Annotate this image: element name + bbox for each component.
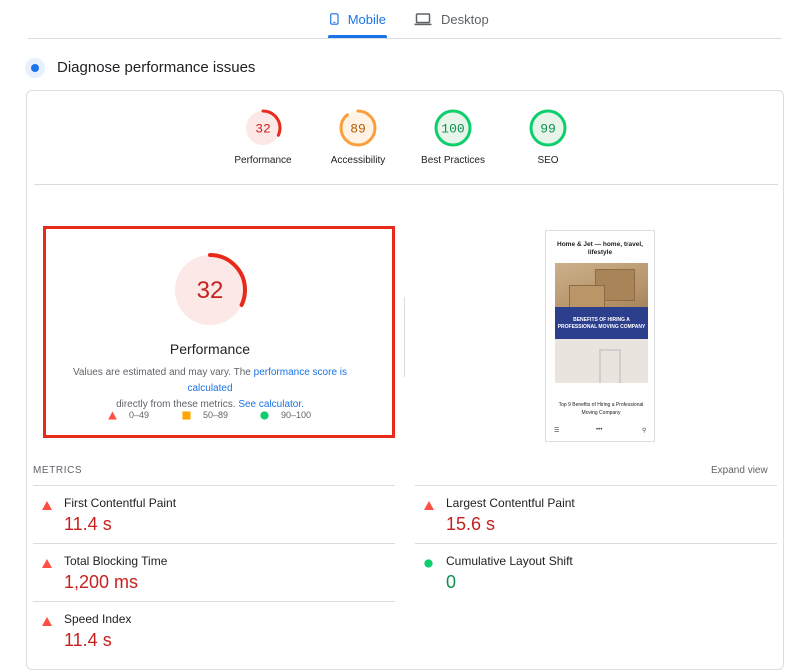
gauge-score: 100 xyxy=(441,122,464,137)
gauge-score: 32 xyxy=(255,122,271,137)
fail-triangle-icon xyxy=(424,501,434,510)
gauge-label: Accessibility xyxy=(330,155,386,166)
gauge-ring: 32 xyxy=(244,109,282,147)
metric-first-contentful-paint[interactable]: First Contentful Paint 11.4 s xyxy=(42,496,382,552)
desc-text: directly from these metrics. xyxy=(116,399,239,410)
gauge-performance[interactable]: 32 Performance xyxy=(215,108,311,166)
tab-mobile[interactable]: Mobile xyxy=(330,0,386,38)
square-icon xyxy=(182,410,191,420)
gauge-ring: 89 xyxy=(339,109,377,147)
menu-icon: ☰ xyxy=(554,428,560,434)
metric-largest-contentful-paint[interactable]: Largest Contentful Paint 15.6 s xyxy=(424,496,764,552)
metrics-divider xyxy=(33,485,395,486)
preview-caption: Top 9 Benefits of Hiring a Professional … xyxy=(558,402,644,416)
search-icon: ⚲ xyxy=(642,428,647,434)
section-title: Diagnose performance issues xyxy=(57,59,256,76)
panel-divider xyxy=(404,297,405,377)
gauge-label: SEO xyxy=(537,155,559,166)
triangle-icon xyxy=(108,410,117,420)
metrics-divider xyxy=(415,485,777,486)
fail-triangle-icon xyxy=(42,559,52,568)
performance-title: Performance xyxy=(169,341,251,357)
metrics-heading: METRICS xyxy=(33,465,83,476)
gauge-label: Performance xyxy=(234,155,292,166)
preview-banner: BENEFITS OF HIRING A PROFESSIONAL MOVING… xyxy=(555,311,648,339)
performance-gauge-large: 32 xyxy=(173,253,247,327)
ladder-shape xyxy=(599,349,621,383)
legend-range: 0–49 xyxy=(129,410,150,420)
metric-total-blocking-time[interactable]: Total Blocking Time 1,200 ms xyxy=(42,554,382,610)
laptop-icon xyxy=(414,12,432,25)
preview-bottom-nav: ☰ ••• ⚲ xyxy=(546,427,654,437)
gauge-score: 99 xyxy=(540,122,556,137)
legend-pass: 90–100 xyxy=(260,410,311,420)
score-legend: 0–49 50–89 90–100 xyxy=(108,410,368,426)
expand-view-button[interactable]: Expand view xyxy=(711,465,768,476)
performance-score: 32 xyxy=(197,277,224,304)
diagnose-icon xyxy=(25,58,45,78)
tab-desktop[interactable]: Desktop xyxy=(414,0,489,38)
desc-text: Values are estimated and may vary. The xyxy=(72,367,254,378)
metric-name: Largest Contentful Paint xyxy=(446,496,575,510)
more-icon: ••• xyxy=(596,427,603,433)
phone-icon xyxy=(330,13,339,25)
gauge-seo[interactable]: 99 SEO xyxy=(500,108,596,166)
gauge-best-practices[interactable]: 100 Best Practices xyxy=(405,108,501,166)
metric-name: Total Blocking Time xyxy=(64,554,168,568)
fail-triangle-icon xyxy=(42,617,52,626)
legend-fail: 0–49 xyxy=(108,410,149,420)
preview-banner-text: BENEFITS OF HIRING A PROFESSIONAL MOVING… xyxy=(557,317,646,330)
metric-value: 15.6 s xyxy=(446,514,496,534)
fail-triangle-icon xyxy=(42,501,52,510)
page-screenshot-preview[interactable]: Home & Jet — home, travel, lifestyle BEN… xyxy=(545,230,655,442)
tab-desktop-label: Desktop xyxy=(441,11,489,27)
pass-circle-icon xyxy=(424,559,433,568)
performance-description: Values are estimated and may vary. The p… xyxy=(52,365,368,413)
legend-average: 50–89 xyxy=(182,410,228,420)
legend-range: 90–100 xyxy=(281,410,312,420)
metric-value: 11.4 s xyxy=(64,630,112,650)
gauge-score: 89 xyxy=(350,122,366,137)
tab-mobile-label: Mobile xyxy=(347,11,386,27)
gauge-accessibility[interactable]: 89 Accessibility xyxy=(310,108,406,166)
gauge-ring: 100 xyxy=(434,109,472,147)
legend-range: 50–89 xyxy=(203,410,229,420)
preview-hero-image: BENEFITS OF HIRING A PROFESSIONAL MOVING… xyxy=(555,263,648,383)
metric-name: First Contentful Paint xyxy=(64,496,177,510)
see-calculator-link[interactable]: See calculator. xyxy=(238,399,304,410)
metric-name: Speed Index xyxy=(64,612,132,626)
gauge-ring: 99 xyxy=(529,109,567,147)
circle-icon xyxy=(260,410,269,420)
gauges-divider xyxy=(34,184,778,185)
metric-value: 11.4 s xyxy=(64,514,112,534)
metric-value: 0 xyxy=(446,572,457,592)
device-tabs: Mobile Desktop xyxy=(0,0,800,40)
preview-site-title: Home & Jet — home, travel, lifestyle xyxy=(557,241,643,256)
metric-cumulative-layout-shift[interactable]: Cumulative Layout Shift 0 xyxy=(424,554,764,610)
gauge-label: Best Practices xyxy=(421,155,485,166)
metric-name: Cumulative Layout Shift xyxy=(446,554,573,568)
tabs-divider xyxy=(28,38,782,39)
metric-value: 1,200 ms xyxy=(64,572,139,592)
